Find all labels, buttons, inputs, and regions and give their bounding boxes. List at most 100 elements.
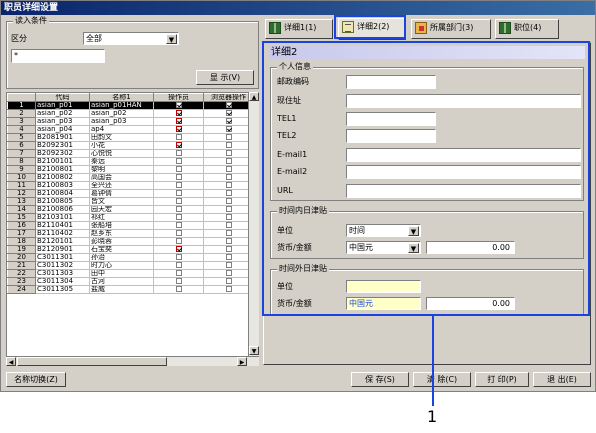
operator-checkbox[interactable] (175, 102, 182, 108)
postal-code-field[interactable] (346, 75, 436, 89)
operator-checkbox[interactable] (175, 286, 182, 292)
operator-checkbox[interactable] (175, 238, 182, 244)
out-hours-amount-field[interactable]: 0.00 (426, 297, 515, 310)
browser-checkbox[interactable] (225, 230, 232, 236)
tab-detail2[interactable]: 详细2(2) (338, 18, 406, 40)
table-row[interactable]: 5 B2081901 田韵文 (7, 133, 254, 142)
table-row[interactable]: 10 B2100802 高国会 (7, 173, 254, 182)
column-header-operator[interactable]: 操作员 (153, 93, 204, 102)
operator-checkbox[interactable] (175, 190, 182, 196)
chevron-down-icon[interactable]: ▼ (408, 243, 419, 253)
table-row[interactable]: 20 C3011301 孙治 (7, 253, 254, 262)
employee-grid[interactable]: 代码 名称1 操作员 浏览器操作 1 asian_p01 asian_p01HAN 2… (6, 92, 259, 365)
browser-checkbox[interactable] (225, 142, 232, 148)
table-row[interactable]: 4 asian_p04 ap4 (7, 125, 254, 134)
operator-checkbox[interactable] (175, 118, 182, 124)
operator-checkbox[interactable] (175, 182, 182, 188)
table-row[interactable]: 17 B2110402 赵乡东 (7, 229, 254, 238)
scroll-down-icon[interactable]: ▼ (249, 346, 259, 355)
url-field[interactable] (346, 184, 581, 198)
scroll-right-icon[interactable]: ▶ (237, 357, 247, 366)
tel2-field[interactable] (346, 129, 436, 143)
operator-checkbox[interactable] (175, 174, 182, 180)
browser-checkbox[interactable] (225, 110, 232, 116)
grid-vertical-scrollbar[interactable]: ▲ ▼ (248, 92, 259, 356)
save-button[interactable]: 保 存(S) (351, 372, 409, 387)
in-hours-amount-field[interactable]: 0.00 (426, 241, 515, 254)
table-row[interactable]: 16 B2110401 张船培 (7, 221, 254, 230)
browser-checkbox[interactable] (225, 134, 232, 140)
browser-checkbox[interactable] (225, 158, 232, 164)
browser-checkbox[interactable] (225, 118, 232, 124)
operator-checkbox[interactable] (175, 278, 182, 284)
tab-position[interactable]: 职位(4) (495, 19, 559, 39)
operator-checkbox[interactable] (175, 254, 182, 260)
operator-checkbox[interactable] (175, 198, 182, 204)
in-hours-unit-select[interactable]: 时间 ▼ (346, 224, 421, 237)
operator-checkbox[interactable] (175, 270, 182, 276)
operator-checkbox[interactable] (175, 222, 182, 228)
browser-checkbox[interactable] (225, 206, 232, 212)
operator-checkbox[interactable] (175, 126, 182, 132)
table-row[interactable]: 18 B2120101 彭晓蓉 (7, 237, 254, 246)
browser-checkbox[interactable] (225, 174, 232, 180)
table-row[interactable]: 13 B2100805 皆文 (7, 197, 254, 206)
table-row[interactable]: 21 C3011302 时力心 (7, 261, 254, 270)
category-select[interactable]: 全部 ▼ (83, 32, 179, 45)
operator-checkbox[interactable] (175, 214, 182, 220)
table-row[interactable]: 1 asian_p01 asian_p01HAN (7, 101, 254, 110)
browser-checkbox[interactable] (225, 222, 232, 228)
table-row[interactable]: 24 C3011305 盐威 (7, 285, 254, 294)
out-hours-unit-field[interactable] (346, 280, 421, 293)
address-field[interactable] (346, 94, 581, 108)
operator-checkbox[interactable] (175, 230, 182, 236)
browser-checkbox[interactable] (225, 214, 232, 220)
table-row[interactable]: 14 B2100806 园天宏 (7, 205, 254, 214)
operator-checkbox[interactable] (175, 262, 182, 268)
table-row[interactable]: 11 B2100803 全兴还 (7, 181, 254, 190)
browser-checkbox[interactable] (225, 150, 232, 156)
browser-checkbox[interactable] (225, 166, 232, 172)
chevron-down-icon[interactable]: ▼ (408, 226, 419, 236)
tab-detail1[interactable]: 详细1(1) (265, 19, 333, 39)
exit-button[interactable]: 退 出(E) (533, 372, 591, 387)
operator-checkbox[interactable] (175, 158, 182, 164)
table-row[interactable]: 23 C3011304 古河 (7, 277, 254, 286)
table-row[interactable]: 19 B2120901 石宝奕 (7, 245, 254, 254)
show-button[interactable]: 显 示(V) (196, 70, 254, 85)
scroll-left-icon[interactable]: ◀ (6, 357, 16, 366)
email2-field[interactable] (346, 165, 581, 179)
table-row[interactable]: 12 B2100804 葛钟倩 (7, 189, 254, 198)
operator-checkbox[interactable] (175, 134, 182, 140)
browser-checkbox[interactable] (225, 286, 232, 292)
out-hours-currency-field[interactable]: 中国元 (346, 297, 421, 310)
browser-checkbox[interactable] (225, 278, 232, 284)
search-input[interactable]: * (11, 49, 105, 63)
chevron-down-icon[interactable]: ▼ (166, 34, 177, 44)
browser-checkbox[interactable] (225, 246, 232, 252)
column-header-code[interactable]: 代码 (35, 93, 90, 102)
operator-checkbox[interactable] (175, 110, 182, 116)
in-hours-currency-select[interactable]: 中国元 ▼ (346, 241, 421, 254)
table-row[interactable]: 2 asian_p02 asian_p02 (7, 109, 254, 118)
table-row[interactable]: 9 B2100801 黎明 (7, 165, 254, 174)
operator-checkbox[interactable] (175, 142, 182, 148)
browser-checkbox[interactable] (225, 254, 232, 260)
clear-button[interactable]: 清 除(C) (413, 372, 471, 387)
tel1-field[interactable] (346, 112, 436, 126)
email1-field[interactable] (346, 148, 581, 162)
column-header-name[interactable]: 名称1 (89, 93, 154, 102)
browser-checkbox[interactable] (225, 198, 232, 204)
browser-checkbox[interactable] (225, 270, 232, 276)
browser-checkbox[interactable] (225, 238, 232, 244)
scroll-up-icon[interactable]: ▲ (249, 92, 259, 101)
browser-checkbox[interactable] (225, 126, 232, 132)
table-row[interactable]: 8 B2100101 秦远 (7, 157, 254, 166)
operator-checkbox[interactable] (175, 150, 182, 156)
browser-checkbox[interactable] (225, 102, 232, 108)
browser-checkbox[interactable] (225, 262, 232, 268)
name-toggle-button[interactable]: 名称切换(Z) (6, 372, 66, 387)
browser-checkbox[interactable] (225, 182, 232, 188)
scroll-thumb[interactable] (17, 357, 167, 366)
table-row[interactable]: 22 C3011303 田中 (7, 269, 254, 278)
